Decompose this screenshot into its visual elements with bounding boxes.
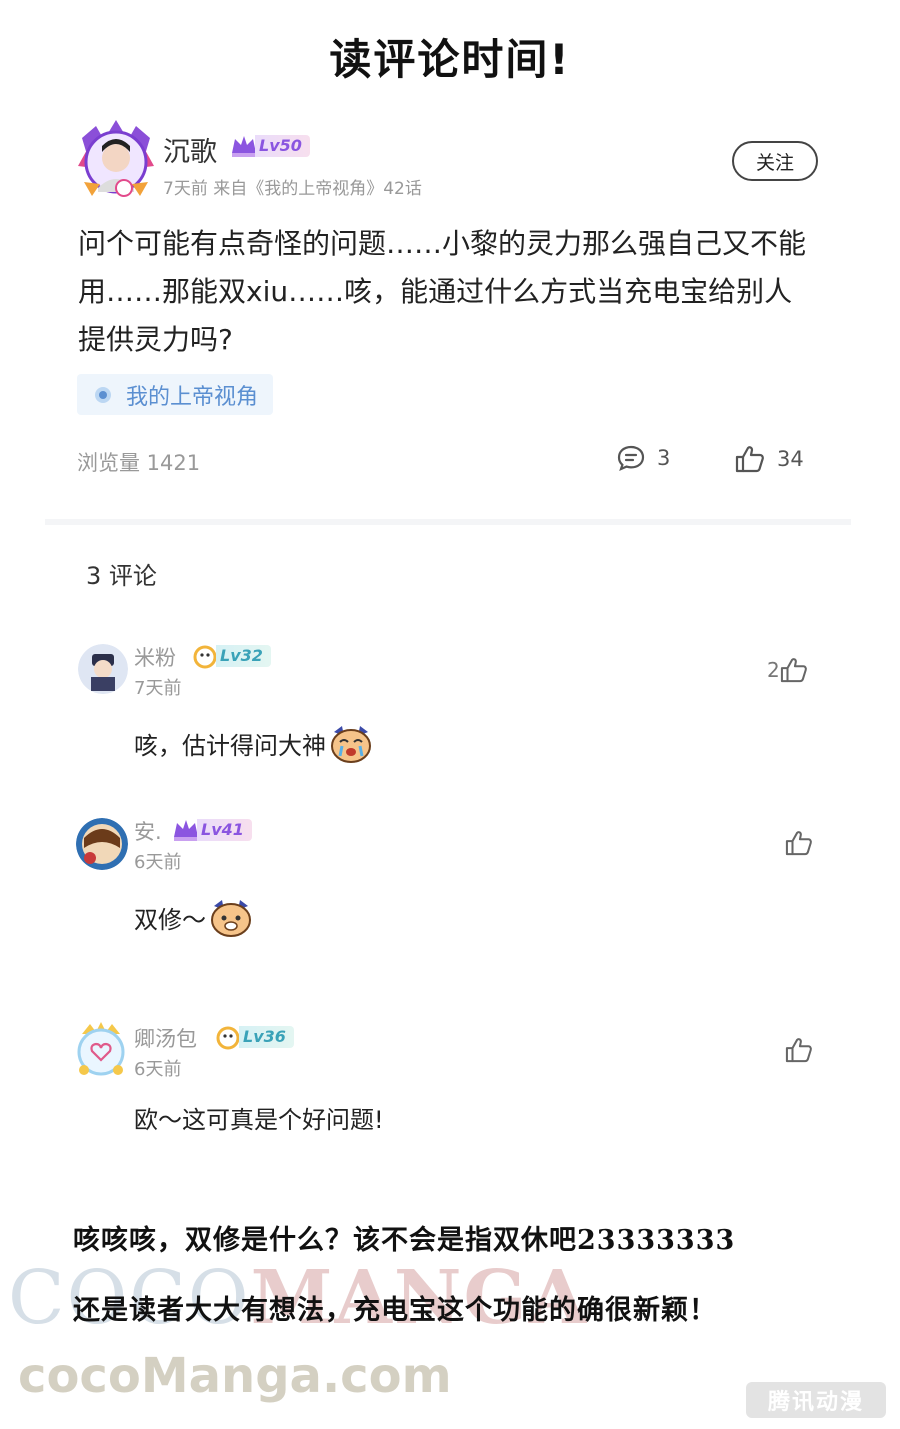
comment-text-content: 欧～这可真是个好问题! [134,1106,384,1134]
topic-tag[interactable]: 我的上帝视角 [77,374,274,415]
thumbs-up-icon [735,446,764,473]
view-count: 浏览量 1421 [77,451,201,475]
author-avatar[interactable] [74,118,158,202]
comment-time: 7天前 [134,678,182,699]
comment-avatar[interactable] [72,1020,130,1078]
comment-time: 6天前 [134,852,182,873]
level-text: Lv41 [197,819,252,841]
post-meta: 7天前 来自《我的上帝视角》42话 [163,179,422,199]
comment-icon [617,445,645,471]
comment-like-button[interactable] [785,1037,813,1063]
comment-author-name[interactable]: 卿汤包 [134,1023,197,1053]
dog-face-sticker-icon [211,900,251,937]
section-divider [45,519,851,525]
watermark-publisher-logo: 腾讯动漫 [746,1382,886,1418]
comment-avatar[interactable] [78,644,128,694]
like-stat[interactable]: 34 [735,445,804,473]
comment-author-name[interactable]: 安. [134,816,162,846]
post-body: 问个可能有点奇怪的问题……小黎的灵力那么强自己又不能用……那能双xiu……咳，能… [78,227,807,356]
thumbs-up-icon [785,831,812,856]
level-badge: Lv36 [213,1024,294,1050]
topic-tag-label: 我的上帝视角 [126,384,259,410]
comment-text: 双修～ [134,896,254,938]
watermark-url: cocoManga.com [18,1348,452,1404]
comment-text-content: 双修～ [134,905,206,934]
comment-like-button[interactable]: 2 [767,657,808,683]
level-text: Lv36 [239,1026,294,1048]
comment-author-name[interactable]: 米粉 [134,642,176,672]
level-text: Lv32 [216,645,271,667]
crying-dog-sticker-icon [331,726,371,763]
level-text: Lv50 [255,135,310,157]
comment-like-count: 2 [767,658,780,682]
comments-header: 3 评论 [86,562,157,590]
like-stat-count: 34 [777,447,804,471]
comment-avatar[interactable] [76,818,128,870]
comment-text: 欧～这可真是个好问题! [134,1100,384,1135]
follow-button[interactable]: 关注 [732,141,818,181]
comment-text: 咳，估计得问大神 [134,722,374,764]
comment-text-content: 咳，估计得问大神 [134,731,326,760]
level-badge: Lv50 [229,133,310,159]
thumbs-up-icon [780,658,807,683]
comment-stat-count: 3 [657,446,671,470]
comment-time: 6天前 [134,1059,182,1080]
comment-like-button[interactable] [785,830,813,856]
level-badge: Lv41 [171,817,252,843]
thumbs-up-icon [785,1038,812,1063]
level-badge: Lv32 [190,643,271,669]
topic-dot-icon [95,386,111,403]
comment-stat[interactable]: 3 [617,445,670,471]
editor-note: 咳咳咳，双修是什么？该不会是指双休吧23333333 [73,1225,736,1256]
editor-note: 还是读者大大有想法，充电宝这个功能的确很新颖！ [73,1295,717,1326]
post-author-name[interactable]: 沉歌 [163,130,217,169]
page-title: 读评论时间! [329,35,571,84]
